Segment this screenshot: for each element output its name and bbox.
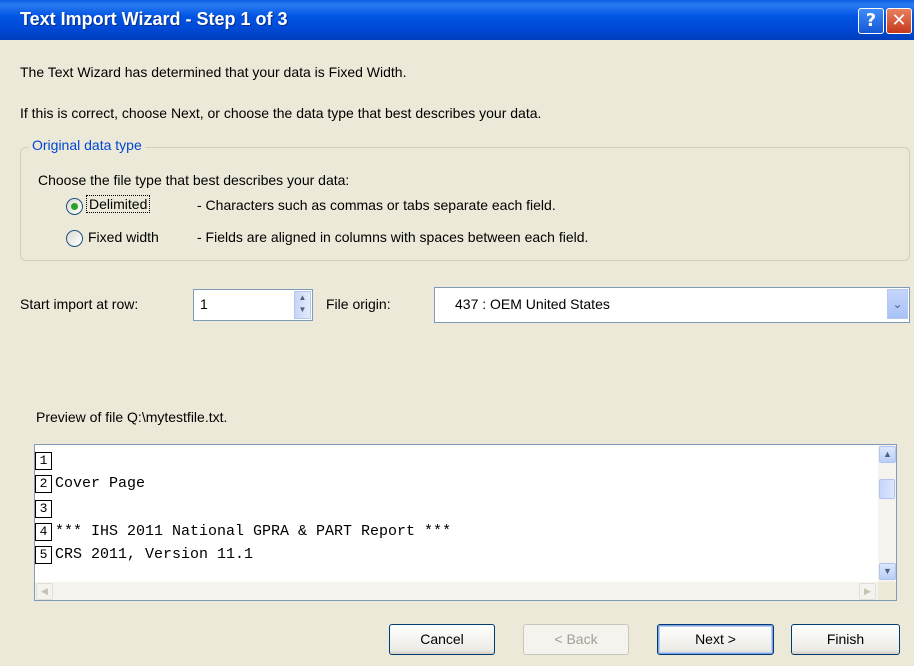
scroll-thumb[interactable] xyxy=(879,479,895,499)
start-row-stepper[interactable]: 1 ▲ ▼ xyxy=(193,289,313,321)
file-preview[interactable]: 1 2 Cover Page 3 4 *** IHS 2011 National… xyxy=(34,444,897,601)
row-text: *** IHS 2011 National GPRA & PART Report… xyxy=(55,523,452,540)
file-origin-label: File origin: xyxy=(326,296,391,312)
start-row-label: Start import at row: xyxy=(20,296,139,312)
delimited-description: - Characters such as commas or tabs sepa… xyxy=(197,197,556,213)
radio-selected-dot xyxy=(71,203,78,210)
next-button[interactable]: Next > xyxy=(657,624,774,655)
finish-button[interactable]: Finish xyxy=(791,624,900,655)
scroll-down-icon[interactable]: ▼ xyxy=(879,563,896,580)
vertical-scrollbar[interactable]: ▲ ▼ xyxy=(878,445,896,582)
scroll-right-icon[interactable]: ▶ xyxy=(859,583,876,600)
title-bar[interactable]: Text Import Wizard - Step 1 of 3 ? ✕ xyxy=(0,0,914,40)
preview-label: Preview of file Q:\mytestfile.txt. xyxy=(36,409,228,425)
scrollbar-corner xyxy=(878,582,896,600)
chevron-down-icon[interactable]: ⌄ xyxy=(887,289,908,319)
group-legend: Original data type xyxy=(29,137,145,153)
fixed-width-radio[interactable] xyxy=(66,230,83,247)
window-title: Text Import Wizard - Step 1 of 3 xyxy=(20,9,288,29)
file-origin-value: 437 : OEM United States xyxy=(455,296,610,312)
delimited-label[interactable]: Delimited xyxy=(86,195,151,213)
file-origin-select[interactable]: 437 : OEM United States ⌄ xyxy=(434,287,910,323)
row-number: 5 xyxy=(35,546,52,564)
fixed-width-label[interactable]: Fixed width xyxy=(88,229,159,245)
intro-line-1: The Text Wizard has determined that your… xyxy=(20,64,407,80)
horizontal-scrollbar[interactable]: ◀ ▶ xyxy=(35,582,878,600)
row-number: 3 xyxy=(35,500,52,518)
scroll-up-icon[interactable]: ▲ xyxy=(879,446,896,463)
delimited-radio[interactable] xyxy=(66,198,83,215)
row-text: CRS 2011, Version 11.1 xyxy=(55,546,254,563)
intro-line-2: If this is correct, choose Next, or choo… xyxy=(20,105,542,121)
back-button[interactable]: < Back xyxy=(523,624,629,655)
text-import-wizard-dialog: Text Import Wizard - Step 1 of 3 ? ✕ The… xyxy=(0,0,914,666)
row-number: 1 xyxy=(35,452,52,470)
row-text: Cover Page xyxy=(55,475,146,492)
scroll-left-icon[interactable]: ◀ xyxy=(36,583,53,600)
start-row-value: 1 xyxy=(200,296,208,312)
help-icon[interactable]: ? xyxy=(858,8,884,34)
row-number: 2 xyxy=(35,475,52,493)
close-icon[interactable]: ✕ xyxy=(886,8,912,34)
spin-arrows-icon[interactable]: ▲ ▼ xyxy=(294,291,311,319)
file-type-prompt: Choose the file type that best describes… xyxy=(38,172,350,188)
fixed-width-description: - Fields are aligned in columns with spa… xyxy=(197,229,589,245)
row-number: 4 xyxy=(35,523,52,541)
cancel-button[interactable]: Cancel xyxy=(389,624,495,655)
